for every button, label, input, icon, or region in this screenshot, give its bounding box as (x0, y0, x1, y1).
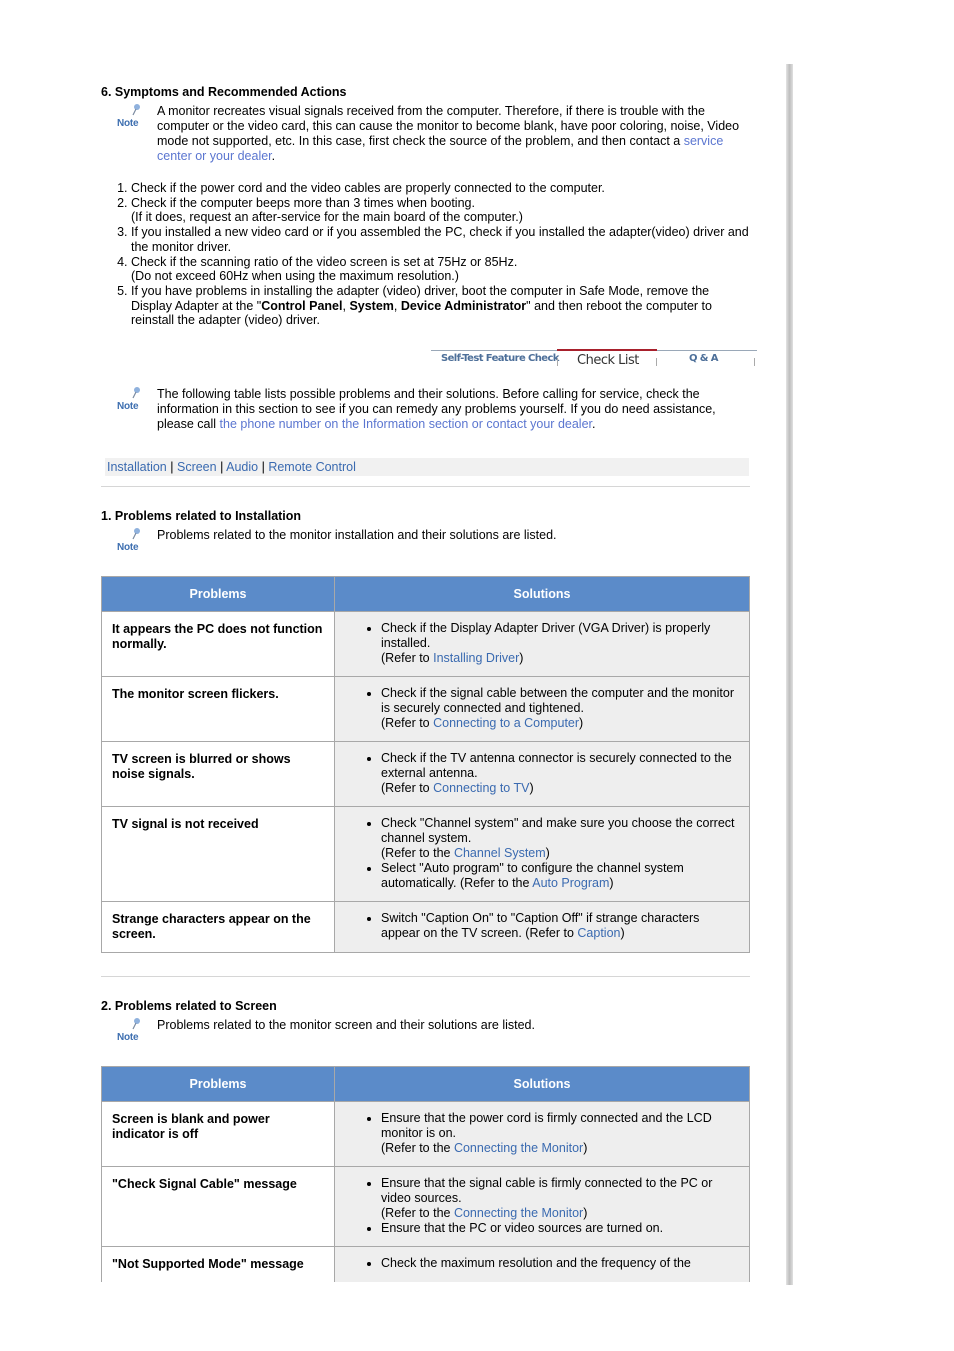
connecting-monitor-link[interactable]: Connecting the Monitor (454, 1141, 583, 1155)
nav-audio-link[interactable]: Audio (226, 460, 258, 474)
note-icon: Note (113, 528, 153, 558)
table-row: "Check Signal Cable" message Ensure that… (101, 1166, 750, 1248)
recommended-actions-list: Check if the power cord and the video ca… (101, 181, 751, 328)
column-header-solutions: Solutions (334, 1066, 750, 1103)
caption-link[interactable]: Caption (577, 926, 620, 940)
note-text: Problems related to the monitor installa… (157, 528, 557, 543)
solution-cell: Check the maximum resolution and the fre… (334, 1246, 750, 1283)
solution-item: Check "Channel system" and make sure you… (381, 816, 739, 861)
solution-cell: Ensure that the signal cable is firmly c… (334, 1166, 750, 1248)
tab-bar: Self-Test Feature Check Check List Q & A (431, 349, 757, 377)
solution-item: Check if the signal cable between the co… (381, 686, 739, 731)
tab-separator (557, 358, 558, 367)
problem-cell: "Check Signal Cable" message (101, 1166, 335, 1248)
nav-installation-link[interactable]: Installation (107, 460, 167, 474)
table-row: TV screen is blurred or shows noise sign… (101, 741, 750, 808)
column-header-problems: Problems (101, 1066, 335, 1103)
solution-item: Ensure that the PC or video sources are … (381, 1221, 739, 1236)
tab-q-and-a[interactable]: Q & A (689, 353, 719, 364)
divider (101, 486, 750, 488)
column-header-solutions: Solutions (334, 576, 750, 613)
note-icon: Note (113, 1018, 153, 1048)
screen-problems-table: Problems Solutions Screen is blank and p… (101, 1066, 750, 1283)
connecting-to-computer-link[interactable]: Connecting to a Computer (433, 716, 579, 730)
table-row: "Not Supported Mode" message Check the m… (101, 1246, 750, 1283)
column-header-problems: Problems (101, 576, 335, 613)
section-nav: Installation | Screen | Audio | Remote C… (105, 458, 749, 477)
connecting-monitor-link[interactable]: Connecting the Monitor (454, 1206, 583, 1220)
problem-cell: The monitor screen flickers. (101, 676, 335, 743)
solution-item: Select "Auto program" to configure the c… (381, 861, 739, 891)
table-header-row: Problems Solutions (101, 576, 750, 613)
solution-cell: Switch "Caption On" to "Caption Off" if … (334, 901, 750, 954)
table-row: TV signal is not received Check "Channel… (101, 806, 750, 903)
solution-cell: Ensure that the power cord is firmly con… (334, 1101, 750, 1168)
intro-note-block: Note The following table lists possible … (101, 387, 751, 432)
note-block: Note Problems related to the monitor ins… (101, 528, 751, 558)
note-text: A monitor recreates visual signals recei… (157, 104, 740, 163)
note-text: Problems related to the monitor screen a… (157, 1018, 535, 1033)
section-heading: 6. Symptoms and Recommended Actions (101, 85, 347, 99)
contact-link[interactable]: the phone number on the Information sect… (220, 417, 592, 431)
problem-cell: Screen is blank and power indicator is o… (101, 1101, 335, 1168)
page-scroll-rail (786, 64, 793, 1285)
tab-check-list[interactable]: Check List (577, 353, 639, 368)
solution-item: Ensure that the power cord is firmly con… (381, 1111, 739, 1156)
tab-separator (656, 358, 657, 367)
solution-cell: Check if the signal cable between the co… (334, 676, 750, 743)
solution-cell: Check "Channel system" and make sure you… (334, 806, 750, 903)
solution-item: Switch "Caption On" to "Caption Off" if … (381, 911, 739, 941)
note-block: Note A monitor recreates visual signals … (101, 104, 751, 164)
table-row: Strange characters appear on the screen.… (101, 901, 750, 954)
tab-self-test-feature-check[interactable]: Self-Test Feature Check (441, 353, 559, 364)
solution-item: Check if the TV antenna connector is sec… (381, 751, 739, 796)
table-row: It appears the PC does not function norm… (101, 611, 750, 678)
problem-cell: Strange characters appear on the screen. (101, 901, 335, 954)
problem-cell: TV signal is not received (101, 806, 335, 903)
note-block: Note Problems related to the monitor scr… (101, 1018, 751, 1048)
solution-item: Ensure that the signal cable is firmly c… (381, 1176, 739, 1221)
list-item: If you installed a new video card or if … (131, 225, 751, 254)
channel-system-link[interactable]: Channel System (454, 846, 546, 860)
connecting-to-tv-link[interactable]: Connecting to TV (433, 781, 529, 795)
document-body: 6. Symptoms and Recommended Actions Note… (101, 84, 757, 1283)
auto-program-link[interactable]: Auto Program (532, 876, 609, 890)
problem-cell: It appears the PC does not function norm… (101, 611, 335, 678)
table-row: Screen is blank and power indicator is o… (101, 1101, 750, 1168)
table-header-row: Problems Solutions (101, 1066, 750, 1103)
divider (101, 976, 750, 978)
installation-heading: 1. Problems related to Installation (101, 509, 302, 524)
tab-separator (754, 358, 755, 367)
table-row: The monitor screen flickers. Check if th… (101, 676, 750, 743)
nav-screen-link[interactable]: Screen (177, 460, 217, 474)
list-item: Check if the computer beeps more than 3 … (131, 196, 751, 225)
list-item: If you have problems in installing the a… (131, 284, 751, 328)
note-icon: Note (113, 387, 153, 417)
problem-cell: "Not Supported Mode" message (101, 1246, 335, 1283)
solution-item: Check if the Display Adapter Driver (VGA… (381, 621, 739, 666)
active-tab-indicator (557, 349, 657, 352)
intro-text: The following table lists possible probl… (157, 387, 716, 432)
solution-item: Check the maximum resolution and the fre… (381, 1256, 739, 1271)
screen-heading: 2. Problems related to Screen (101, 999, 277, 1014)
nav-remote-control-link[interactable]: Remote Control (268, 460, 356, 474)
list-item: Check if the power cord and the video ca… (131, 181, 751, 196)
list-item: Check if the scanning ratio of the video… (131, 255, 751, 284)
solution-cell: Check if the TV antenna connector is sec… (334, 741, 750, 808)
problem-cell: TV screen is blurred or shows noise sign… (101, 741, 335, 808)
installation-problems-table: Problems Solutions It appears the PC doe… (101, 576, 750, 954)
installing-driver-link[interactable]: Installing Driver (433, 651, 519, 665)
note-icon: Note (113, 104, 153, 134)
solution-cell: Check if the Display Adapter Driver (VGA… (334, 611, 750, 678)
